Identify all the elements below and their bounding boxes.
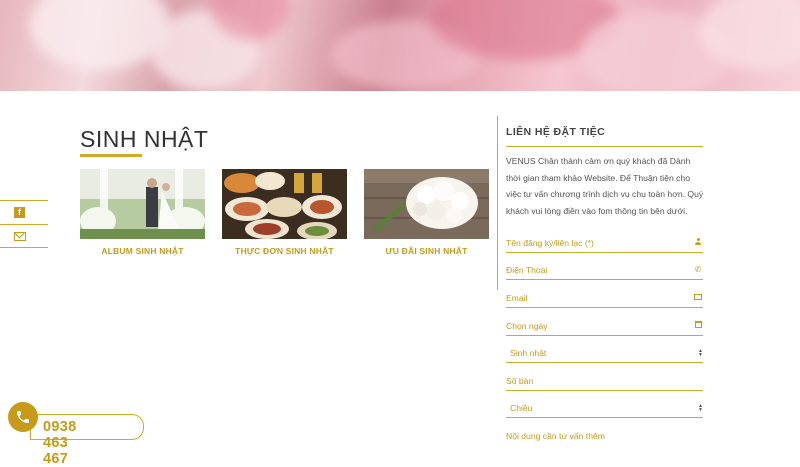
select-arrows-icon: ▲ ▼ bbox=[698, 347, 703, 358]
name-field[interactable]: Tên đăng ký/liên lạc (*) bbox=[506, 233, 703, 253]
session-select[interactable]: Chiều ▲ ▼ bbox=[506, 398, 703, 418]
content-placeholder: Nội dung cần tư vấn thêm bbox=[506, 431, 605, 441]
event-type-select[interactable]: Sinh nhật ▲ ▼ bbox=[506, 343, 703, 363]
phone-icon: ✆ bbox=[694, 265, 702, 274]
email-placeholder: Email bbox=[506, 292, 528, 303]
album-card-menu[interactable]: THỰC ĐƠN SINH NHẬT bbox=[222, 169, 347, 256]
form-divider bbox=[497, 116, 498, 290]
tables-field[interactable]: Số bàn bbox=[506, 371, 703, 391]
offer-caption[interactable]: ƯU ĐÃI SINH NHẬT bbox=[364, 246, 489, 256]
phone-call-icon[interactable] bbox=[8, 402, 38, 432]
phone-placeholder: Điện Thoại bbox=[506, 264, 548, 275]
tables-placeholder: Số bàn bbox=[506, 375, 534, 386]
envelope-icon bbox=[693, 293, 703, 302]
album-card-offer[interactable]: ƯU ĐÃI SINH NHẬT bbox=[364, 169, 489, 256]
title-underline bbox=[80, 154, 142, 157]
offer-thumbnail[interactable] bbox=[364, 169, 489, 239]
section-title: SINH NHẬT bbox=[80, 126, 209, 152]
calendar-icon bbox=[693, 321, 703, 330]
phone-field[interactable]: Điện Thoại ✆ bbox=[506, 260, 703, 280]
side-social-bar: f bbox=[0, 200, 48, 248]
menu-caption[interactable]: THỰC ĐƠN SINH NHẬT bbox=[222, 246, 347, 256]
session-value: Chiều bbox=[510, 402, 533, 413]
email-field[interactable]: Email bbox=[506, 288, 703, 308]
album-thumbnail[interactable] bbox=[80, 169, 205, 239]
menu-thumbnail[interactable] bbox=[222, 169, 347, 239]
form-description: VENUS Chân thành cảm ơn quý khách đã Dàn… bbox=[506, 156, 704, 216]
facebook-link[interactable]: f bbox=[0, 200, 48, 224]
hero-banner bbox=[0, 0, 800, 91]
album-card-album[interactable]: ALBUM SINH NHẬT bbox=[80, 169, 205, 256]
name-placeholder: Tên đăng ký/liên lạc (*) bbox=[506, 237, 594, 248]
album-caption[interactable]: ALBUM SINH NHẬT bbox=[80, 246, 205, 256]
form-title-underline bbox=[506, 146, 703, 147]
facebook-icon: f bbox=[14, 207, 25, 218]
hotline-number[interactable]: 0938 463 467 bbox=[43, 419, 76, 467]
content-field[interactable]: Nội dung cần tư vấn thêm bbox=[506, 426, 703, 446]
form-title: LIÊN HỆ ĐẶT TIỆC bbox=[506, 126, 606, 138]
mail-icon bbox=[14, 231, 26, 241]
mail-link[interactable] bbox=[0, 224, 48, 248]
date-placeholder: Chọn ngày bbox=[506, 320, 548, 331]
select-arrows-icon: ▲ ▼ bbox=[698, 402, 703, 413]
date-field[interactable]: Chọn ngày bbox=[506, 316, 703, 336]
user-icon bbox=[693, 238, 703, 247]
event-type-value: Sinh nhật bbox=[510, 347, 547, 358]
